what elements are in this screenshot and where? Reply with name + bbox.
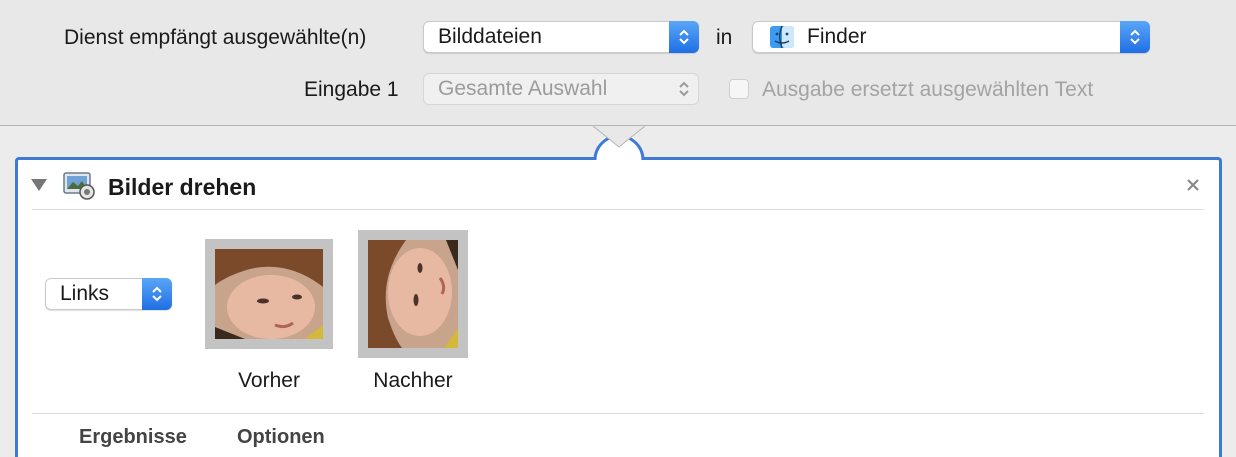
- updown-chevron-icon: [669, 21, 699, 53]
- image-action-icon: [62, 170, 96, 205]
- after-image: [358, 230, 468, 358]
- after-caption: Nachher: [373, 369, 453, 392]
- updown-chevron-icon: [1120, 21, 1150, 53]
- input-type-popup[interactable]: Bilddateien: [423, 21, 699, 53]
- input-label: Eingabe 1: [304, 78, 399, 101]
- panel-connector: [593, 125, 645, 172]
- before-caption: Vorher: [238, 369, 300, 392]
- disclosure-triangle-icon[interactable]: [30, 178, 48, 197]
- before-image: [205, 239, 333, 349]
- in-label: in: [716, 26, 733, 49]
- receives-label: Dienst empfängt ausgewählte(n): [64, 26, 367, 49]
- rotate-direction-popup[interactable]: Links: [45, 278, 172, 310]
- application-popup[interactable]: Finder: [752, 21, 1150, 53]
- input-type-value: Bilddateien: [438, 25, 542, 48]
- input-scope-value: Gesamte Auswahl: [438, 77, 608, 100]
- finder-icon: [769, 25, 795, 58]
- tab-options[interactable]: Optionen: [237, 426, 325, 449]
- action-title: Bilder drehen: [108, 174, 257, 200]
- application-value: Finder: [807, 25, 867, 48]
- updown-chevron-icon: [142, 278, 172, 310]
- title-separator: [32, 209, 1204, 210]
- action-panel: [15, 157, 1222, 457]
- rotate-direction-value: Links: [60, 282, 110, 305]
- updown-chevron-icon: [669, 73, 699, 105]
- close-icon[interactable]: [1185, 177, 1201, 198]
- replace-text-label: Ausgabe ersetzt ausgewählten Text: [762, 78, 1094, 101]
- input-scope-popup[interactable]: Gesamte Auswahl: [423, 73, 699, 105]
- service-settings-bar: Dienst empfängt ausgewählte(n) Bilddatei…: [0, 0, 1236, 126]
- tabs-separator: [32, 413, 1204, 414]
- replace-text-checkbox[interactable]: [729, 79, 749, 99]
- tab-results[interactable]: Ergebnisse: [79, 426, 187, 449]
